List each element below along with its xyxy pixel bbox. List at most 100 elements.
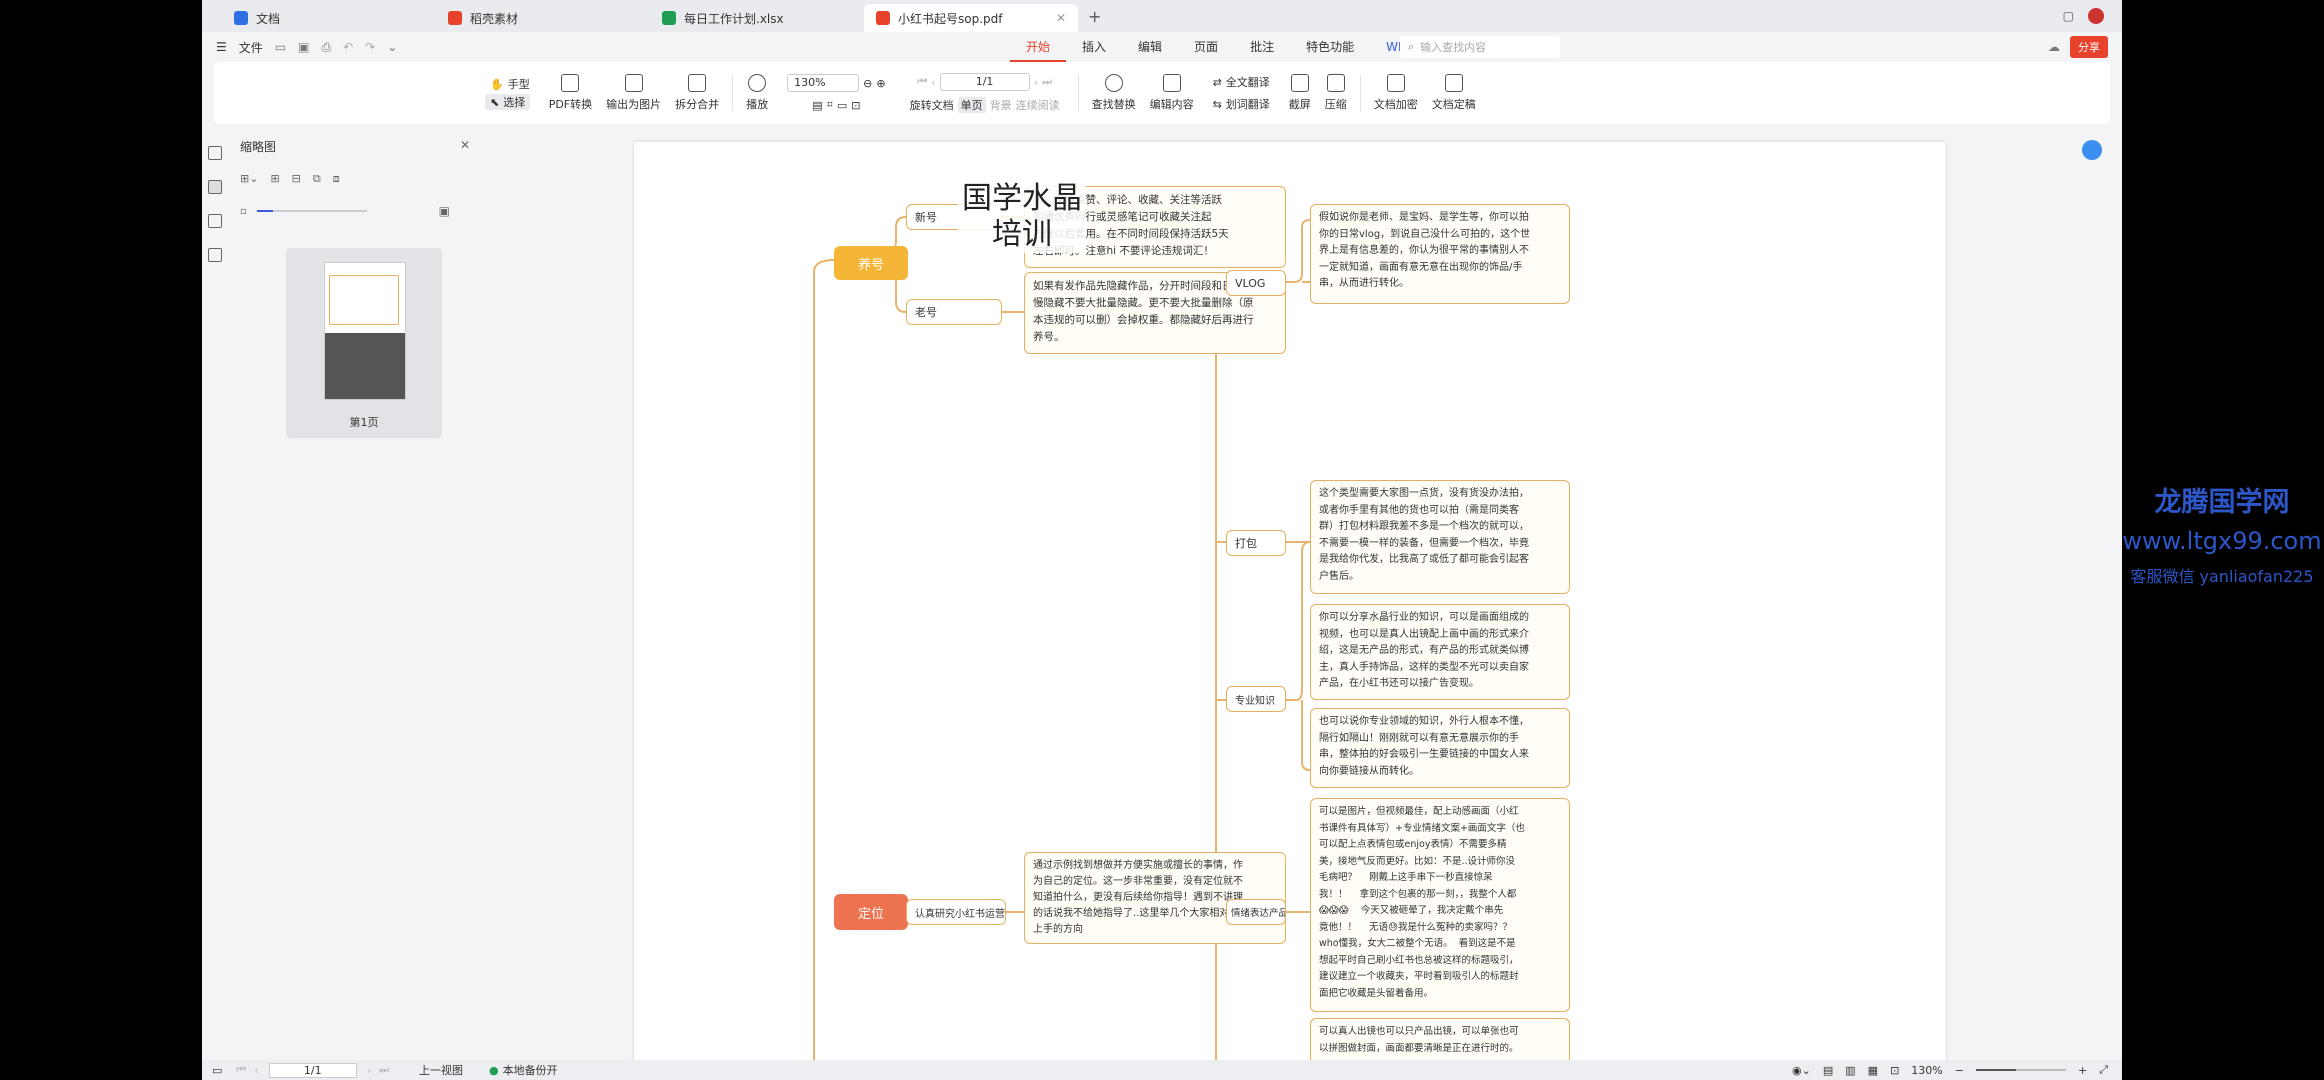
compress-button[interactable]: 压缩 xyxy=(1318,74,1354,112)
branch-emotion[interactable]: 情绪表达产品 xyxy=(1226,899,1286,925)
open-icon[interactable]: ▭ xyxy=(275,40,286,54)
single-view-icon[interactable]: ▤ xyxy=(1823,1064,1833,1077)
close-icon[interactable]: ✕ xyxy=(460,138,470,155)
book-view-icon[interactable]: ▦ xyxy=(1868,1064,1878,1077)
fit-icon[interactable]: ⊡ xyxy=(1890,1064,1899,1077)
single-page-button[interactable]: 单页 xyxy=(957,97,986,113)
share-button[interactable]: 分享 xyxy=(2070,36,2108,58)
pdf-convert-button[interactable]: PDF转换 xyxy=(542,74,599,112)
extract-page-icon[interactable]: ⧈ xyxy=(333,172,340,186)
tab-pdf[interactable]: 小红书起号sop.pdf ✕ xyxy=(864,4,1078,32)
zoom-level[interactable]: 130% xyxy=(1911,1064,1942,1077)
zoom-slider[interactable] xyxy=(1975,1069,2066,1071)
print-icon[interactable]: ⎙ xyxy=(321,40,331,55)
branch-dabao[interactable]: 打包 xyxy=(1226,530,1286,556)
thumbnail-size-slider[interactable]: ▫ ▣ xyxy=(240,204,450,218)
branch-vlog[interactable]: VLOG xyxy=(1226,270,1286,296)
eye-icon[interactable]: ◉⌄ xyxy=(1792,1064,1811,1077)
tab-document[interactable]: 文档 xyxy=(222,4,436,32)
hand-tool[interactable]: ✋ 手型 xyxy=(485,76,535,92)
tab-edit[interactable]: 编辑 xyxy=(1122,32,1178,62)
branch-professional[interactable]: 专业知识 xyxy=(1226,686,1286,712)
crop-icon[interactable]: ⊡ xyxy=(851,99,860,112)
redo-icon[interactable]: ↷ xyxy=(365,40,375,54)
tab-insert[interactable]: 插入 xyxy=(1066,32,1122,62)
prev-view-button[interactable]: 上一视图 xyxy=(419,1062,463,1078)
export-image-button[interactable]: 输出为图片 xyxy=(599,74,668,112)
actual-size-icon[interactable]: ▭ xyxy=(837,99,847,112)
branch-old-account[interactable]: 老号 xyxy=(906,299,1002,325)
tab-page[interactable]: 页面 xyxy=(1178,32,1234,62)
chevron-down-icon[interactable]: ⌄ xyxy=(387,40,397,54)
last-page-icon[interactable]: ⏭ xyxy=(1042,75,1052,89)
layers-icon[interactable] xyxy=(208,248,222,262)
tab-label: 稻壳素材 xyxy=(470,11,519,26)
word-translate-button[interactable]: ⇆ 划词翻译 xyxy=(1208,96,1275,112)
thumbnail-icon[interactable] xyxy=(208,180,222,194)
tab-features[interactable]: 特色功能 xyxy=(1290,32,1370,62)
avatar[interactable] xyxy=(2088,8,2104,24)
status-page-input[interactable]: 1/1 xyxy=(268,1062,357,1078)
zoom-out-icon[interactable]: ⊖ xyxy=(863,77,872,90)
search-input[interactable]: ⌕ 输入查找内容 xyxy=(1400,36,1560,58)
continuous-read-button[interactable]: 连续阅读 xyxy=(1016,97,1060,113)
find-replace-button[interactable]: 查找替换 xyxy=(1085,74,1143,112)
hamburger-icon[interactable]: ☰ xyxy=(216,40,227,54)
first-page-icon[interactable]: ⏮ xyxy=(232,1063,250,1077)
prev-page-icon[interactable]: ‹ xyxy=(931,76,935,89)
bookmark-icon[interactable] xyxy=(208,146,222,160)
insert-page-icon[interactable]: ⊞ xyxy=(270,172,279,186)
fit-width-icon[interactable]: ⌗ xyxy=(827,98,833,112)
play-button[interactable]: 播放 xyxy=(739,74,775,112)
tab-start[interactable]: 开始 xyxy=(1010,32,1067,62)
delete-page-icon[interactable]: ⊟ xyxy=(292,172,301,186)
root-node-dingwei[interactable]: 定位 xyxy=(834,894,908,930)
fullscreen-icon[interactable]: ⤢ xyxy=(2099,1063,2108,1077)
fit-page-icon[interactable]: ▤ xyxy=(812,99,822,112)
select-tool[interactable]: ⬉ 选择 xyxy=(485,94,531,110)
close-tab-icon[interactable]: ✕ xyxy=(1056,11,1066,25)
next-page-icon[interactable]: › xyxy=(363,1064,375,1077)
background-button[interactable]: 背景 xyxy=(990,97,1012,113)
first-page-icon[interactable]: ⏮ xyxy=(917,75,927,89)
floating-assistant-icon[interactable] xyxy=(2082,140,2102,160)
tab-docer[interactable]: 稻壳素材 xyxy=(436,4,650,32)
divider xyxy=(1359,75,1361,111)
next-page-icon[interactable]: › xyxy=(1034,76,1038,89)
full-translate-button[interactable]: ⇄ 全文翻译 xyxy=(1208,74,1275,90)
sidebar-toggle-icon[interactable]: ▭ xyxy=(202,1064,232,1077)
copy-page-icon[interactable]: ⧉ xyxy=(313,172,321,186)
page-input[interactable]: 1/1 xyxy=(939,73,1030,91)
prev-page-icon[interactable]: ‹ xyxy=(250,1064,262,1077)
zoom-in-icon[interactable]: ⊕ xyxy=(876,77,885,90)
wps-window: 文档 稻壳素材 每日工作计划.xlsx 小红书起号sop.pdf ✕ + ▢ ☰… xyxy=(202,0,2122,1080)
rotate-label[interactable]: 旋转文档 xyxy=(910,97,954,113)
branch-study-course[interactable]: 认真研究小红书运营课件 xyxy=(906,899,1006,925)
cloud-icon[interactable]: ☁ xyxy=(2048,40,2060,54)
undo-icon[interactable]: ↶ xyxy=(343,40,353,54)
grid-icon[interactable]: ⊞⌄ xyxy=(240,172,258,186)
last-page-icon[interactable]: ⏭ xyxy=(375,1063,393,1077)
double-view-icon[interactable]: ▥ xyxy=(1845,1064,1855,1077)
window-icon[interactable]: ▢ xyxy=(2063,9,2074,23)
save-icon[interactable]: ▣ xyxy=(298,40,309,54)
encrypt-button[interactable]: 文档加密 xyxy=(1367,74,1425,112)
zoom-out-icon[interactable]: − xyxy=(1955,1064,1964,1077)
tab-label: 文档 xyxy=(256,11,281,26)
edit-content-button[interactable]: 编辑内容 xyxy=(1143,74,1201,112)
split-merge-button[interactable]: 拆分合并 xyxy=(668,74,726,112)
screenshot-button[interactable]: 截屏 xyxy=(1282,74,1318,112)
zoom-select[interactable]: 130% xyxy=(787,74,860,92)
tab-annotate[interactable]: 批注 xyxy=(1234,32,1290,62)
background-label: 背景 xyxy=(989,99,1012,112)
backup-status[interactable]: ● 本地备份开 xyxy=(489,1062,558,1078)
thumbnail-title: 缩略图 xyxy=(240,140,277,154)
finalize-button[interactable]: 文档定稿 xyxy=(1425,74,1483,112)
root-node-yanghao[interactable]: 养号 xyxy=(834,246,908,280)
file-menu[interactable]: 文件 xyxy=(239,39,263,56)
comment-icon[interactable] xyxy=(208,214,222,228)
page-thumbnail[interactable]: 第1页 xyxy=(286,248,442,438)
tab-xlsx[interactable]: 每日工作计划.xlsx xyxy=(650,4,864,32)
new-tab-icon[interactable]: + xyxy=(1078,7,1101,26)
zoom-in-icon[interactable]: + xyxy=(2078,1064,2087,1077)
